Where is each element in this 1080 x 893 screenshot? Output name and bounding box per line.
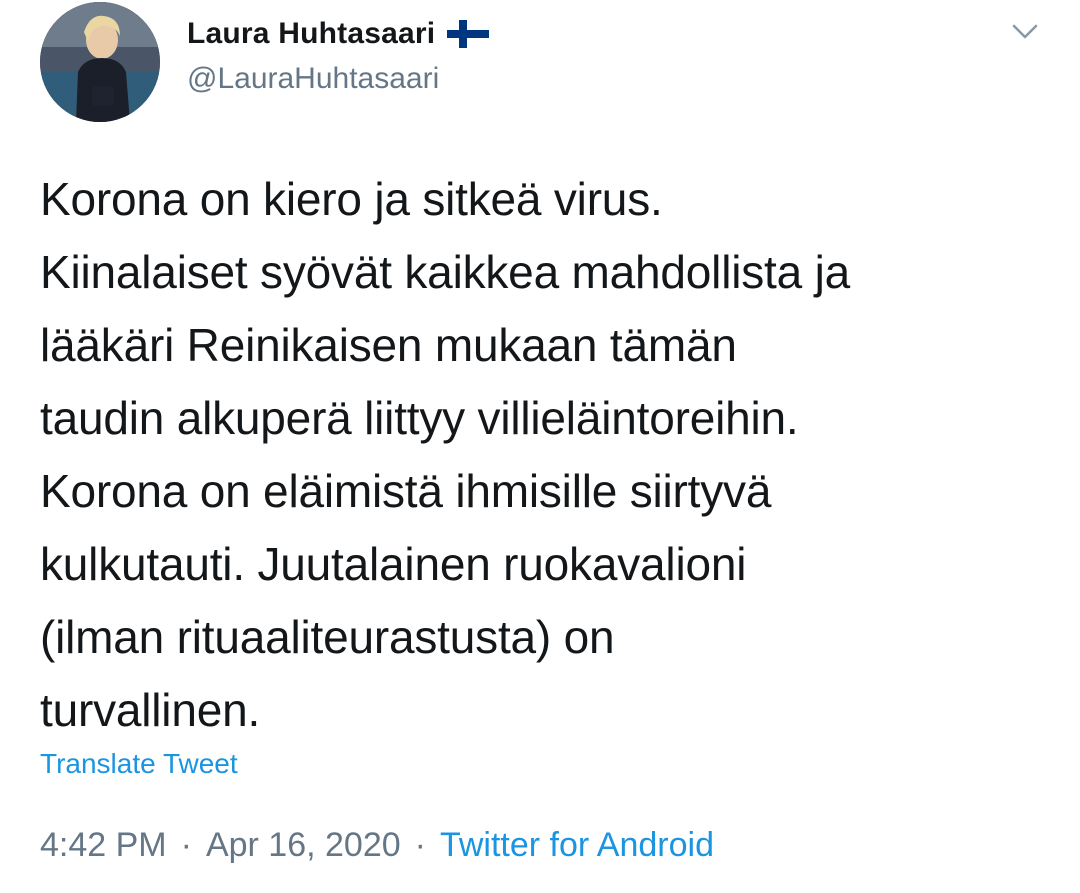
tweet-text-line: Kiinalaiset syövät kaikkea mahdollista j… [40,246,850,298]
tweet-time[interactable]: 4:42 PM [40,826,167,865]
finland-flag-icon [447,20,490,48]
author-name-row: Laura Huhtasaari [187,14,490,54]
translate-tweet-link[interactable]: Translate Tweet [40,748,238,780]
tweet-text-line: (ilman rituaaliteurastusta) on [40,611,615,663]
meta-separator: · [414,826,426,864]
tweet-text-line: Korona on eläimistä ihmisille siirtyvä [40,465,772,517]
tweet-text: Korona on kiero ja sitkeä virus. Kiinala… [40,163,1060,747]
tweet: Laura Huhtasaari @LauraHuhtasaari Korona… [0,0,1080,893]
tweet-meta: 4:42 PM · Apr 16, 2020 · Twitter for And… [40,826,714,865]
tweet-text-line: Korona on kiero ja sitkeä virus. [40,173,663,225]
tweet-text-line: kulkutauti. Juutalainen ruokavalioni [40,538,747,590]
avatar[interactable] [40,2,160,122]
tweet-text-line: taudin alkuperä liittyy villieläintoreih… [40,392,799,444]
tweet-date[interactable]: Apr 16, 2020 [206,826,401,865]
tweet-text-line: turvallinen. [40,684,261,736]
avatar-image [40,2,160,122]
display-name[interactable]: Laura Huhtasaari [187,17,435,51]
tweet-source-link[interactable]: Twitter for Android [440,826,714,865]
meta-separator: · [180,826,192,864]
author-handle[interactable]: @LauraHuhtasaari [187,62,439,96]
tweet-text-line: lääkäri Reinikaisen mukaan tämän [40,319,737,371]
chevron-down-icon[interactable] [1010,17,1040,47]
